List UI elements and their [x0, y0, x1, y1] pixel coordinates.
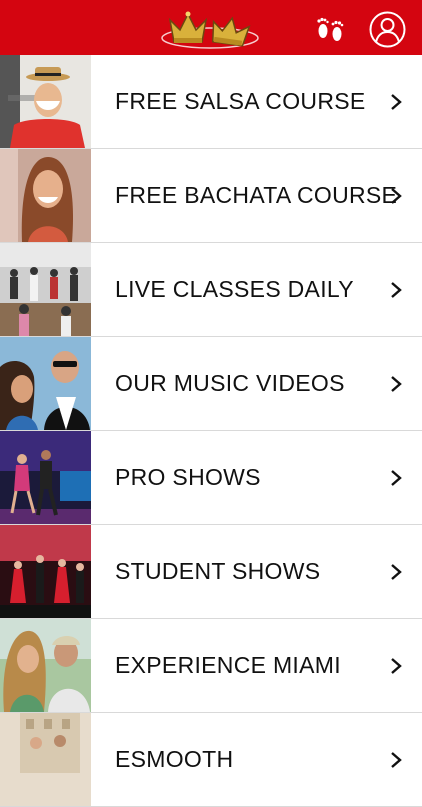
instructor-hat-thumbnail [0, 55, 91, 148]
class-group-thumbnail [0, 243, 91, 336]
menu-item-free-bachata-course[interactable]: FREE BACHATA COURSE [0, 149, 422, 243]
menu-item-live-classes-daily[interactable]: LIVE CLASSES DAILY [0, 243, 422, 337]
pro-show-thumbnail [0, 431, 91, 524]
menu-item-label: ESMOOTH [115, 746, 234, 772]
menu-item-free-salsa-course[interactable]: FREE SALSA COURSE [0, 55, 422, 149]
menu-item-label: FREE BACHATA COURSE [115, 182, 398, 208]
chevron-right-icon [391, 752, 402, 768]
student-show-thumbnail [0, 525, 91, 618]
instructor-woman-thumbnail [0, 149, 91, 242]
menu-item-label: PRO SHOWS [115, 464, 261, 490]
menu-item-label: EXPERIENCE MIAMI [115, 652, 341, 678]
user-profile-icon[interactable] [369, 11, 406, 48]
menu-item-label: FREE SALSA COURSE [115, 88, 366, 114]
menu-item-label: LIVE CLASSES DAILY [115, 276, 354, 302]
menu-item-student-shows[interactable]: STUDENT SHOWS [0, 525, 422, 619]
app-header [0, 0, 422, 55]
menu-item-experience-miami[interactable]: EXPERIENCE MIAMI [0, 619, 422, 713]
menu-item-pro-shows[interactable]: PRO SHOWS [0, 431, 422, 525]
menu-item-esmooth[interactable]: ESMOOTH [0, 713, 422, 807]
chevron-right-icon [391, 94, 402, 110]
chevron-right-icon [391, 658, 402, 674]
menu-list: FREE SALSA COURSE FREE BACHATA COURSE LI… [0, 55, 422, 807]
footprints-icon[interactable] [314, 14, 346, 44]
experience-miami-thumbnail [0, 619, 91, 712]
music-video-thumbnail [0, 337, 91, 430]
menu-item-our-music-videos[interactable]: OUR MUSIC VIDEOS [0, 337, 422, 431]
menu-item-label: STUDENT SHOWS [115, 558, 321, 584]
partial-row-thumbnail [0, 713, 91, 806]
menu-item-label: OUR MUSIC VIDEOS [115, 370, 345, 396]
chevron-right-icon [391, 564, 402, 580]
chevron-right-icon [391, 282, 402, 298]
crown-logo-icon[interactable] [160, 8, 260, 50]
chevron-right-icon [391, 188, 402, 204]
chevron-right-icon [391, 376, 402, 392]
chevron-right-icon [391, 470, 402, 486]
